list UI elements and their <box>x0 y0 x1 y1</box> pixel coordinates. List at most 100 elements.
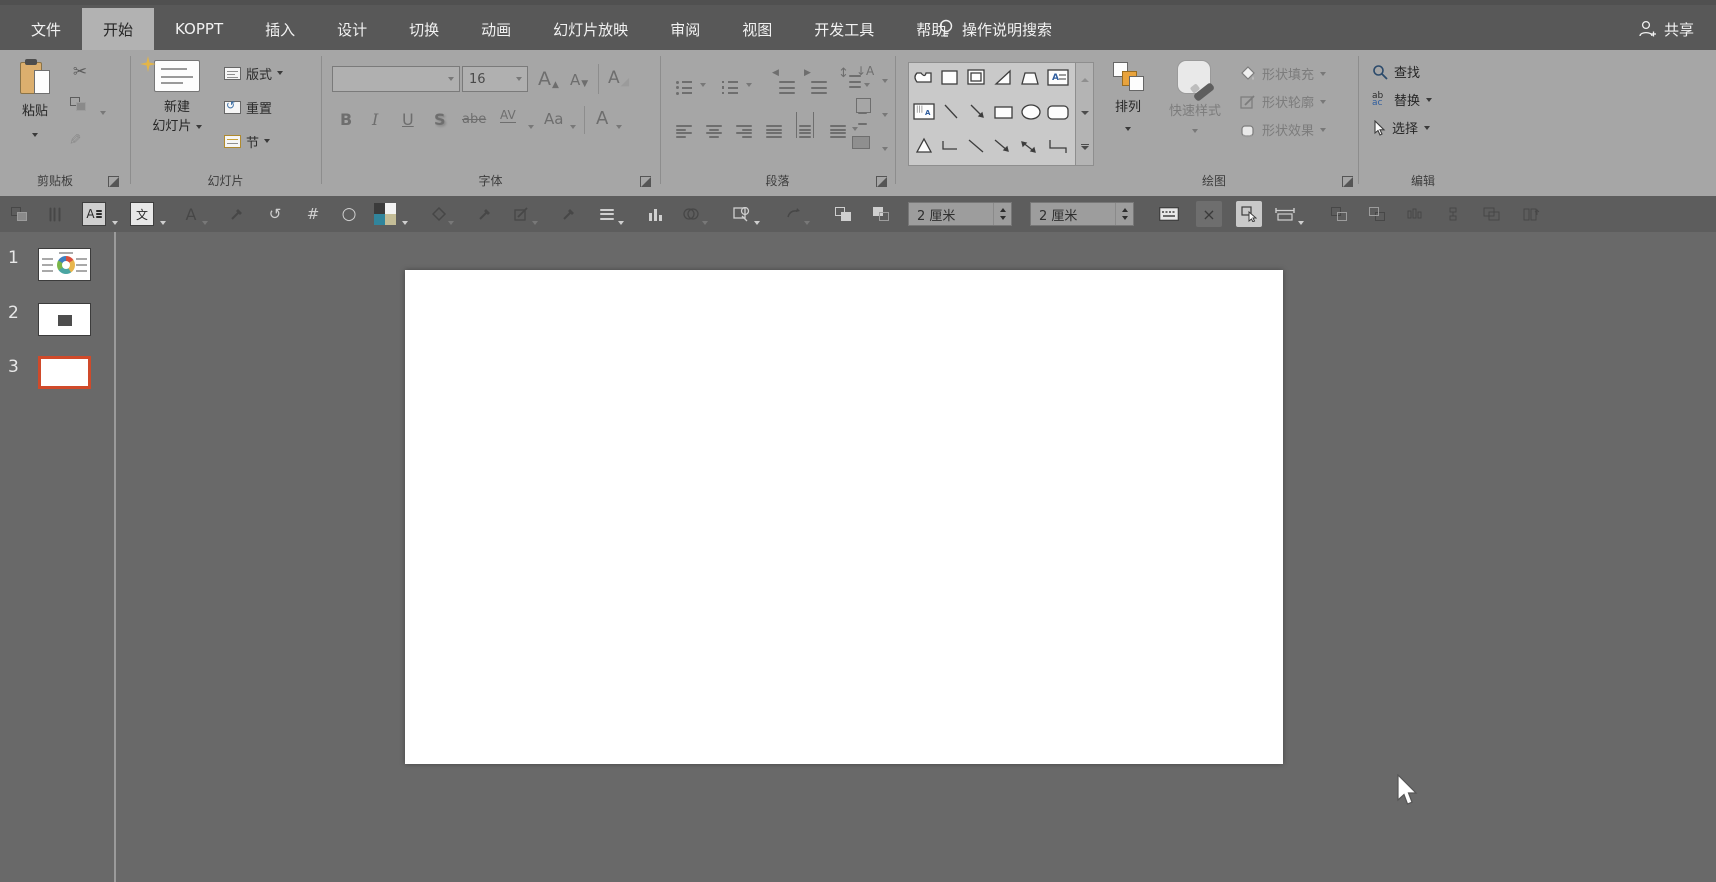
combine-shapes-icon[interactable] <box>728 201 754 227</box>
gallery-scroll[interactable] <box>1076 62 1094 166</box>
quick-styles-button[interactable]: 快速样式 <box>1158 56 1232 166</box>
tab-koppt[interactable]: KOPPT <box>154 8 244 50</box>
font-color-tool[interactable]: A <box>178 201 204 227</box>
smartart-dropdown[interactable] <box>882 138 888 157</box>
tab-insert[interactable]: 插入 <box>244 8 316 50</box>
columns-button[interactable] <box>830 112 846 138</box>
copy-button[interactable] <box>70 96 86 115</box>
reset-button[interactable]: ↺ 重置 <box>224 94 272 120</box>
font-color-button[interactable]: A <box>596 108 608 129</box>
select-button[interactable]: 选择 <box>1372 118 1430 137</box>
paste-dropdown[interactable] <box>32 133 38 137</box>
align-objects-dropdown[interactable] <box>618 212 624 231</box>
align-center-button[interactable] <box>706 112 722 138</box>
slide-3-thumbnail-selected[interactable] <box>38 356 91 389</box>
send-backward-icon[interactable] <box>868 201 894 227</box>
slide-canvas[interactable] <box>405 270 1283 764</box>
outline-pen-dropdown[interactable] <box>532 212 538 231</box>
distribute-columns-icon[interactable] <box>42 201 68 227</box>
smartart-button[interactable] <box>852 134 870 153</box>
shape-height-spinner[interactable]: 2 厘米 <box>1030 202 1134 226</box>
font-name-dropdown[interactable] <box>443 67 459 91</box>
eyedropper-icon[interactable] <box>472 201 498 227</box>
swap-columns-icon[interactable] <box>1518 201 1544 227</box>
slide-1-thumbnail[interactable] <box>38 248 91 281</box>
bring-forward-icon[interactable] <box>830 201 856 227</box>
clipboard-dialog-launcher[interactable] <box>108 176 119 187</box>
measure-width-dropdown[interactable] <box>1298 212 1304 231</box>
numbering-button[interactable] <box>722 68 738 94</box>
shape-fill-button[interactable]: 形状填充 <box>1240 64 1326 83</box>
tab-design[interactable]: 设计 <box>316 8 388 50</box>
align-text-dropdown[interactable] <box>882 104 888 123</box>
paste-format-icon[interactable] <box>6 201 32 227</box>
text-direction-button[interactable]: ↓A <box>856 64 874 78</box>
font-color-tool-dropdown[interactable] <box>202 212 208 231</box>
bullets-button[interactable] <box>676 68 692 94</box>
clear-formatting-button[interactable]: A◢ <box>608 68 629 88</box>
merge-shapes-icon[interactable] <box>678 201 704 227</box>
ellipse-tool-icon[interactable]: ○ <box>336 201 362 227</box>
combine-shapes-dropdown[interactable] <box>754 212 760 231</box>
character-spacing-button[interactable]: AV <box>500 108 516 123</box>
format-painter-button[interactable]: ✎ <box>65 133 83 146</box>
tab-file[interactable]: 文件 <box>10 8 82 50</box>
align-right-button[interactable] <box>736 112 752 138</box>
slide-2-thumbnail[interactable] <box>38 303 91 336</box>
select-objects-button[interactable] <box>1236 201 1262 227</box>
copy-dropdown[interactable] <box>100 102 106 121</box>
vertical-textbox-dropdown[interactable] <box>160 212 166 231</box>
replace-button[interactable]: ab ac 替换 <box>1372 90 1432 109</box>
delete-x-button[interactable]: × <box>1196 201 1222 227</box>
eyedropper-icon[interactable] <box>224 201 250 227</box>
align-top-icon[interactable] <box>1326 201 1352 227</box>
strikethrough-button[interactable]: abe <box>462 112 486 127</box>
width-steppers[interactable] <box>993 203 1011 225</box>
height-steppers[interactable] <box>1115 203 1133 225</box>
numbering-dropdown[interactable] <box>746 74 752 93</box>
fill-bucket-dropdown[interactable] <box>448 212 454 231</box>
eyedropper-icon[interactable] <box>556 201 582 227</box>
share-button[interactable]: 共享 <box>1637 8 1694 50</box>
font-size-dropdown[interactable] <box>511 67 527 91</box>
distribute-text-button[interactable] <box>796 112 814 138</box>
align-text-button[interactable] <box>856 98 871 118</box>
gallery-more-icon[interactable] <box>1081 144 1089 151</box>
drawing-dialog-launcher[interactable] <box>1342 176 1353 187</box>
find-button[interactable]: 查找 <box>1372 62 1420 81</box>
align-bottom-icon[interactable] <box>1364 201 1390 227</box>
gallery-scroll-down-icon[interactable] <box>1081 111 1089 115</box>
group-objects-icon[interactable] <box>1440 201 1466 227</box>
change-case-dropdown[interactable] <box>570 116 576 135</box>
chart-columns-icon[interactable] <box>642 201 668 227</box>
outline-pen-icon[interactable] <box>508 201 534 227</box>
underline-button[interactable]: U <box>402 110 414 129</box>
bullets-dropdown[interactable] <box>700 74 706 93</box>
theme-colors-button[interactable] <box>374 203 396 225</box>
italic-button[interactable]: I <box>372 110 378 129</box>
merge-shapes-dropdown[interactable] <box>702 212 708 231</box>
tab-developer[interactable]: 开发工具 <box>793 8 895 50</box>
shape-effects-button[interactable]: 形状效果 <box>1240 120 1326 139</box>
picture-layout-icon[interactable] <box>1478 201 1504 227</box>
font-dialog-launcher[interactable] <box>640 176 651 187</box>
paragraph-dialog-launcher[interactable] <box>876 176 887 187</box>
keyboard-icon[interactable] <box>1156 201 1182 227</box>
increase-indent-button[interactable]: ▶ <box>804 68 827 94</box>
insert-textbox-button[interactable]: A <box>82 202 106 226</box>
align-left-button[interactable] <box>676 112 692 138</box>
font-name-combo[interactable] <box>332 66 460 92</box>
shape-width-spinner[interactable]: 2 厘米 <box>908 202 1012 226</box>
change-case-button[interactable]: Aa <box>544 110 563 128</box>
tab-home[interactable]: 开始 <box>82 8 154 50</box>
rotate-flip-dropdown[interactable] <box>804 212 810 231</box>
shrink-font-button[interactable]: A▼ <box>570 71 588 89</box>
grow-font-button[interactable]: A▲ <box>538 68 559 90</box>
distribute-objects-icon[interactable] <box>1402 201 1428 227</box>
theme-colors-dropdown[interactable] <box>402 212 408 231</box>
tab-view[interactable]: 视图 <box>721 8 793 50</box>
layout-button[interactable]: 版式 <box>224 60 283 86</box>
tab-transitions[interactable]: 切换 <box>388 8 460 50</box>
new-slide-button[interactable]: 新建 幻灯片 <box>138 56 216 166</box>
cut-button[interactable]: ✂ <box>66 62 94 88</box>
